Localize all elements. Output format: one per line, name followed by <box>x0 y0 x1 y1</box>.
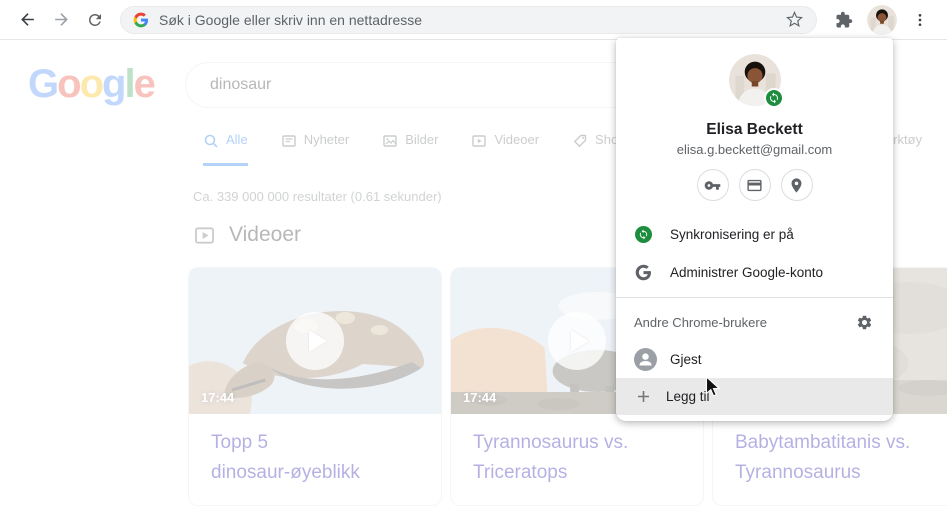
shopping-tag-icon <box>573 134 587 148</box>
video-duration: 17:44 <box>201 390 235 405</box>
logo-letter: e <box>133 62 156 106</box>
manage-account-label: Administrer Google-konto <box>670 264 824 280</box>
sync-status-item[interactable]: Synkronisering er på <box>616 215 893 253</box>
kebab-menu-icon <box>918 13 922 26</box>
payment-card-icon <box>747 179 762 191</box>
plus-icon <box>637 390 650 403</box>
video-title-link[interactable]: Babytambatitanis vs. Tyrannosaurus <box>713 414 947 502</box>
play-icon <box>570 330 589 352</box>
video-title-link[interactable]: Tyrannosaurus vs. Triceratops <box>451 414 703 502</box>
profile-name: Elisa Beckett <box>706 121 803 138</box>
gear-icon <box>857 315 872 329</box>
back-button[interactable] <box>10 3 44 37</box>
puzzle-icon <box>836 11 853 27</box>
profile-avatar-large <box>728 54 784 108</box>
videos-section-heading: Videoer <box>194 223 301 247</box>
forward-arrow-icon <box>54 13 68 26</box>
profile-email: elisa.g.beckett@gmail.com <box>676 142 833 157</box>
video-section-icon <box>195 226 214 244</box>
result-stats: Ca. 339 000 000 resultater (0.61 sekunde… <box>193 189 442 204</box>
video-thumbnail[interactable]: 17:44 <box>189 268 441 414</box>
reload-icon <box>89 13 101 26</box>
tab-label: Bilder <box>405 132 439 147</box>
sync-on-badge-icon <box>763 88 784 108</box>
tab-label: Videoer <box>494 132 540 147</box>
video-duration: 17:44 <box>463 390 497 405</box>
browser-toolbar: Søk i Google eller skriv inn en nettadre… <box>0 0 947 40</box>
passwords-button[interactable] <box>696 169 729 201</box>
reload-button[interactable] <box>78 3 112 37</box>
tab-label: Nyheter <box>303 132 350 147</box>
tab-nyheter[interactable]: Nyheter <box>281 132 350 166</box>
logo-letter: o <box>57 62 81 106</box>
play-button[interactable] <box>548 312 606 370</box>
bookmark-star-button[interactable] <box>782 8 806 32</box>
logo-letter: G <box>28 62 59 106</box>
other-users-section: Andre Chrome-brukere <box>616 304 893 340</box>
extensions-button[interactable] <box>827 3 861 37</box>
video-title-line: Topp 5 <box>211 432 269 453</box>
sync-on-icon <box>634 225 652 243</box>
chrome-menu-button[interactable] <box>903 3 937 37</box>
search-icon <box>204 134 218 148</box>
manage-google-account-item[interactable]: Administrer Google-konto <box>616 253 893 291</box>
sync-status-label: Synkronisering er på <box>670 226 794 242</box>
other-users-header: Andre Chrome-brukere <box>634 314 767 330</box>
add-user-item[interactable]: Legg til <box>616 378 893 415</box>
result-tabs: Alle Nyheter Bilder Videoer Shopping <box>203 132 650 166</box>
news-icon <box>281 135 296 147</box>
logo-letter: o <box>79 62 104 106</box>
images-icon <box>383 135 397 147</box>
add-user-label: Legg til <box>666 389 710 404</box>
video-title-line: Triceratops <box>473 462 568 483</box>
profile-quick-actions <box>616 169 893 201</box>
google-g-gray-icon <box>634 263 652 281</box>
guest-label: Gjest <box>670 351 702 367</box>
profile-avatar-button[interactable] <box>867 4 897 35</box>
payment-methods-button[interactable] <box>738 169 771 201</box>
video-title-line: dinosaur-øyeblikk <box>211 462 360 483</box>
address-bar-placeholder: Søk i Google eller skriv inn en nettadre… <box>159 11 423 28</box>
videos-section-title: Videoer <box>229 223 302 246</box>
key-icon <box>704 180 721 190</box>
video-title-line: Tyrannosaurus vs. <box>473 432 629 453</box>
google-logo: Google <box>28 62 156 107</box>
guest-user-item[interactable]: Gjest <box>616 340 893 378</box>
video-card[interactable]: 17:44 Topp 5 dinosaur-øyeblikk <box>188 267 442 506</box>
star-icon <box>785 11 803 28</box>
profile-menu: Elisa Beckett elisa.g.beckett@gmail.com … <box>616 38 893 421</box>
tab-label: Alle <box>226 132 248 147</box>
logo-letter: l <box>124 62 135 106</box>
guest-avatar-icon <box>634 347 657 371</box>
tab-videoer[interactable]: Videoer <box>471 132 539 166</box>
tab-bilder[interactable]: Bilder <box>382 132 438 166</box>
video-title-line: Tyrannosaurus <box>735 462 861 483</box>
manage-users-button[interactable] <box>856 314 873 331</box>
user-avatar <box>867 4 897 35</box>
profile-menu-header: Elisa Beckett elisa.g.beckett@gmail.com <box>616 38 893 201</box>
back-arrow-icon <box>20 13 34 26</box>
menu-divider <box>616 297 893 298</box>
video-title-line: Babytambatitanis vs. <box>735 432 911 453</box>
video-title-link[interactable]: Topp 5 dinosaur-øyeblikk <box>189 414 441 502</box>
address-bar[interactable]: Søk i Google eller skriv inn en nettadre… <box>120 5 817 34</box>
addresses-button[interactable] <box>780 169 813 201</box>
location-pin-icon <box>791 177 802 193</box>
forward-button[interactable] <box>44 3 78 37</box>
play-button[interactable] <box>286 312 344 370</box>
google-g-icon <box>133 12 149 27</box>
browser-window: Søk i Google eller skriv inn en nettadre… <box>0 0 947 531</box>
search-query-text: dinosaur <box>210 76 272 93</box>
logo-letter: g <box>102 62 126 106</box>
videos-icon <box>472 135 487 147</box>
tab-alle[interactable]: Alle <box>203 132 248 166</box>
play-icon <box>308 330 327 352</box>
